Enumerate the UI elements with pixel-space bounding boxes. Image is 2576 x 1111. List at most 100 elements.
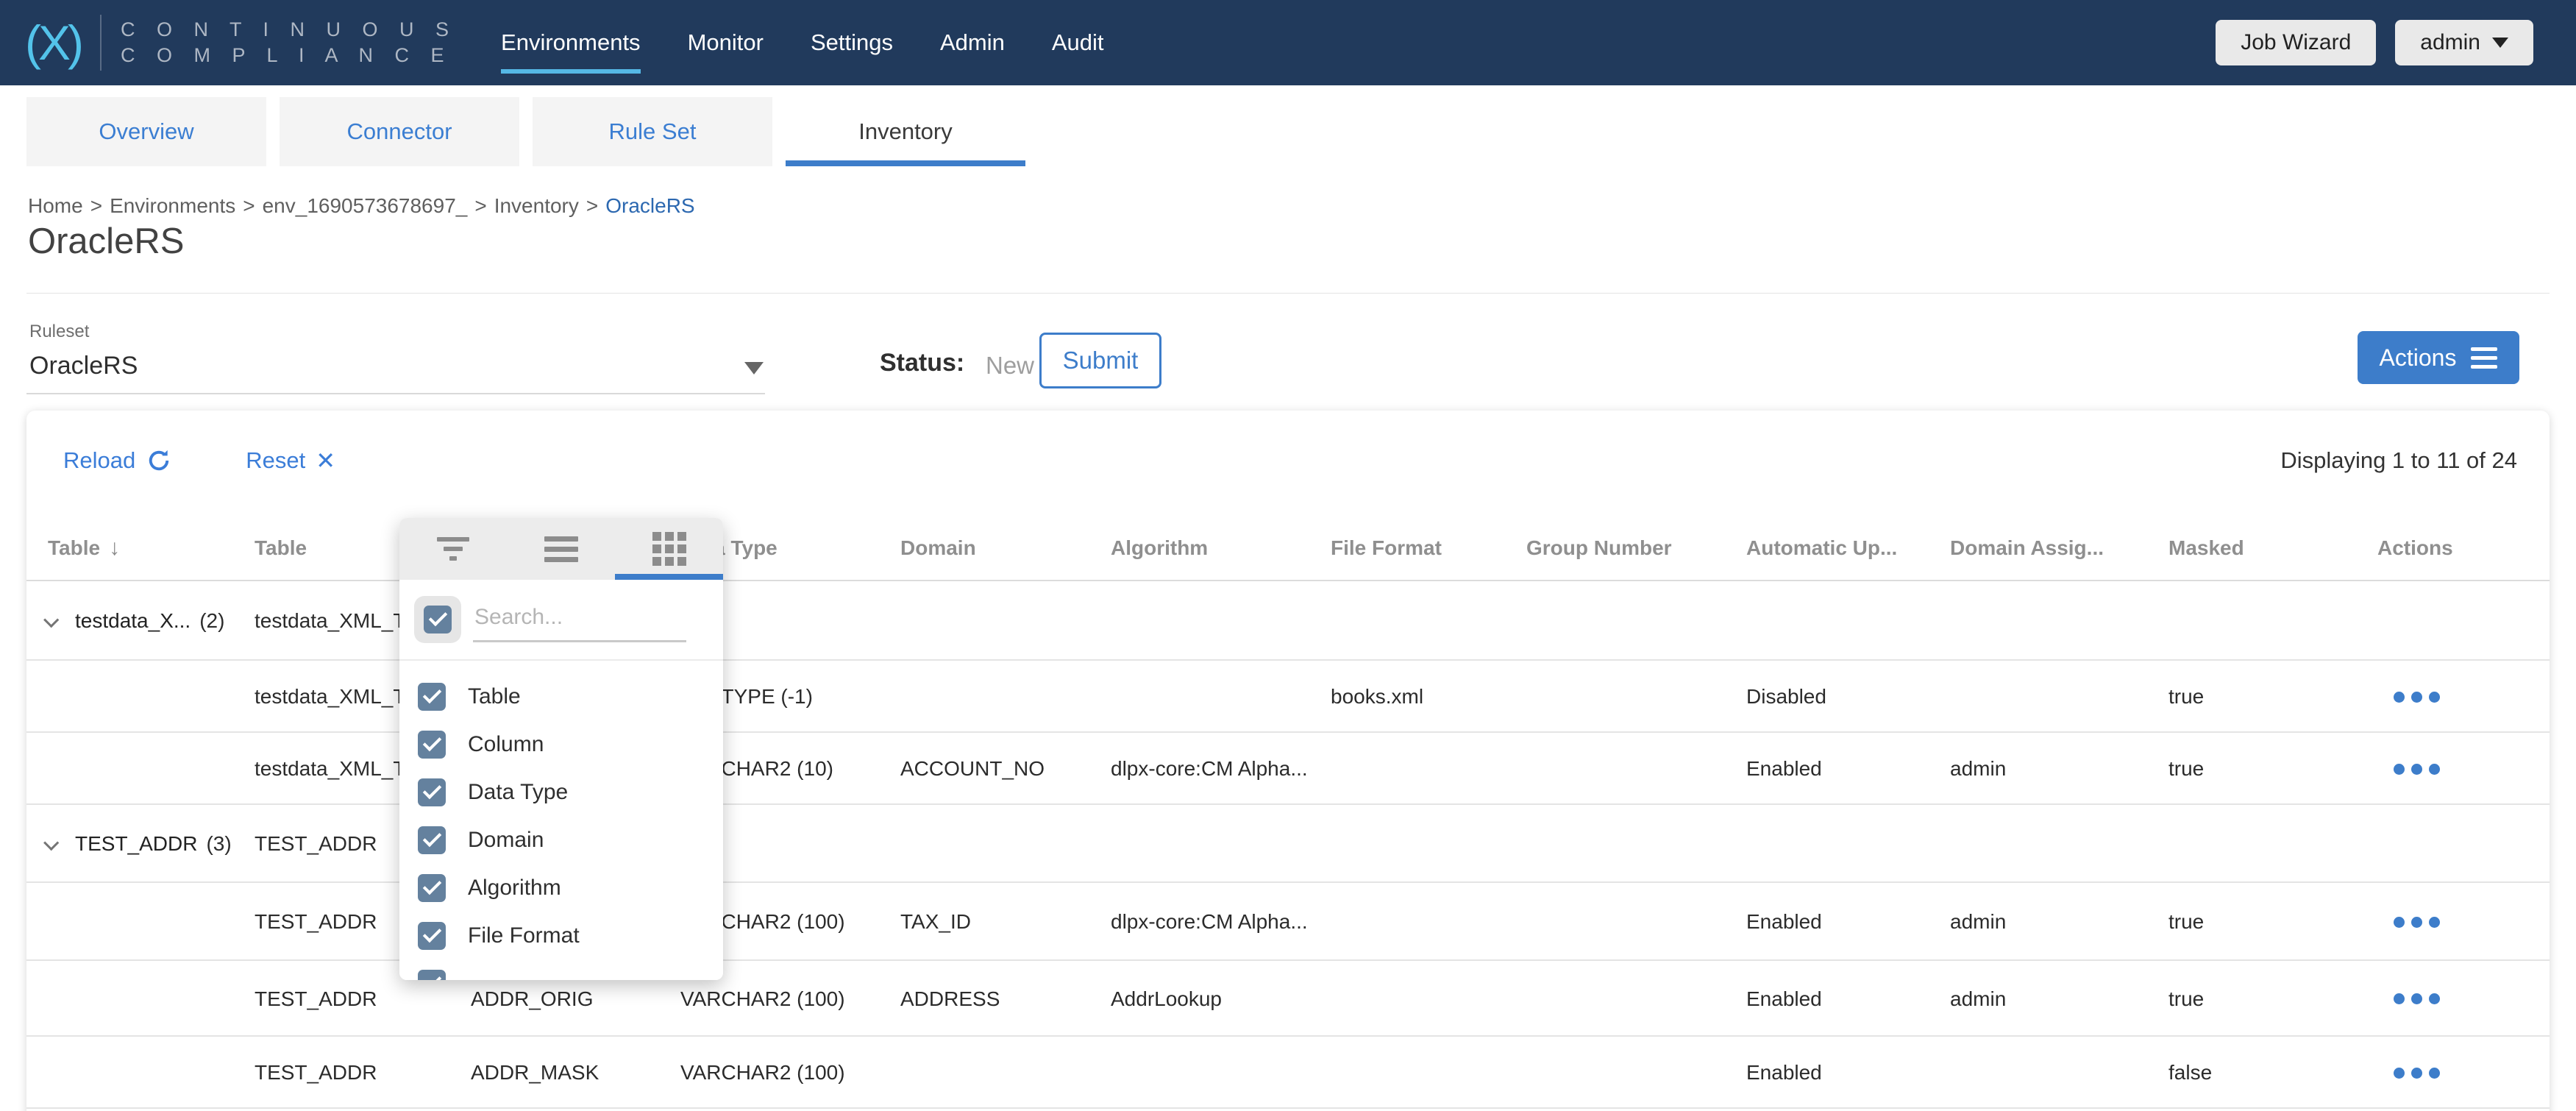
popover-item-data-type: Data Type <box>399 768 723 816</box>
column-header-automatic-up-[interactable]: Automatic Up... <box>1746 515 1897 581</box>
reset-button[interactable]: Reset ✕ <box>246 447 335 475</box>
brand-line-2: C O M P L I A N C E <box>121 43 457 68</box>
cell-domain-assig-: admin <box>1950 961 2006 1037</box>
nav-item-audit[interactable]: Audit <box>1052 0 1104 85</box>
cell-domain: TAX_ID <box>900 883 971 961</box>
breadcrumb-separator: > <box>243 194 255 217</box>
rows-tab[interactable] <box>508 518 616 580</box>
tab-inventory[interactable]: Inventory <box>786 97 1025 166</box>
breadcrumb: Home > Environments > env_1690573678697_ > Inv… <box>28 194 695 218</box>
cell-table: TEST_ADDR <box>255 883 402 961</box>
submit-button[interactable]: Submit <box>1039 333 1161 388</box>
user-menu-button[interactable]: admin <box>2395 20 2533 65</box>
cell-automatic-up-: Disabled <box>1746 661 1826 733</box>
chevron-expand-icon[interactable] <box>43 835 59 851</box>
filter-icon <box>437 537 469 561</box>
column-header-file-format[interactable]: File Format <box>1331 515 1442 581</box>
cell-domain: ADDRESS <box>900 961 1000 1037</box>
cell-domain-assig-: admin <box>1950 883 2006 961</box>
popover-item-algorithm: Algorithm <box>399 864 723 912</box>
nav-item-environments[interactable]: Environments <box>501 0 641 85</box>
tab-overview[interactable]: Overview <box>26 97 266 166</box>
search-input[interactable] <box>473 600 686 642</box>
breadcrumb-current[interactable]: OracleRS <box>605 194 694 217</box>
popover-item-column: Column <box>399 720 723 768</box>
column-header-domain[interactable]: Domain <box>900 515 976 581</box>
column-header-domain-assig-[interactable]: Domain Assig... <box>1950 515 2104 581</box>
cell-algorithm: dlpx-core:CM Alpha... <box>1111 733 1308 805</box>
filter-tab[interactable] <box>399 518 508 580</box>
checkbox-algorithm[interactable] <box>418 874 446 902</box>
table-row: TEST_ADDRADDR_MASKVARCHAR2 (100)Enabledf… <box>26 1037 2550 1109</box>
popover-item-domain: Domain <box>399 816 723 864</box>
breadcrumb-link[interactable]: Environments <box>110 194 235 217</box>
row-actions-button[interactable] <box>2394 764 2440 775</box>
grid-icon <box>652 532 686 566</box>
popover-item-label: Algorithm <box>468 876 561 901</box>
rows-icon <box>544 536 578 562</box>
column-header-masked[interactable]: Masked <box>2168 515 2244 581</box>
column-header-algorithm[interactable]: Algorithm <box>1111 515 1208 581</box>
cell-automatic-up-: Enabled <box>1746 961 1822 1037</box>
hamburger-icon <box>2471 347 2497 369</box>
ruleset-select[interactable]: OracleRS <box>29 352 138 380</box>
chevron-down-icon <box>2492 38 2508 48</box>
cell-table: TEST_ADDR <box>255 1037 402 1109</box>
tab-rule-set[interactable]: Rule Set <box>533 97 772 166</box>
sort-desc-icon[interactable]: ↓ <box>109 536 120 560</box>
row-actions-button[interactable] <box>2394 692 2440 703</box>
breadcrumb-separator: > <box>586 194 598 217</box>
row-actions-button[interactable] <box>2394 993 2440 1004</box>
column-header-table[interactable]: Table↓ <box>48 515 120 581</box>
breadcrumb-link[interactable]: Inventory <box>494 194 579 217</box>
cell-table: testdata_XML_TYPE <box>255 661 402 733</box>
popover-item-partial <box>399 959 723 980</box>
close-icon: ✕ <box>316 447 335 475</box>
page-title: OracleRS <box>28 221 184 262</box>
breadcrumb-separator: > <box>474 194 486 217</box>
select-all-checkbox[interactable] <box>424 606 452 633</box>
displaying-count: Displaying 1 to 11 of 24 <box>2280 447 2517 474</box>
cell-table: testdata_XML_TYPE <box>255 733 402 805</box>
nav-item-settings[interactable]: Settings <box>811 0 893 85</box>
ruleset-caret-icon[interactable] <box>744 362 764 375</box>
breadcrumb-separator: > <box>90 194 102 217</box>
tab-bar: OverviewConnectorRule SetInventory <box>26 97 1025 166</box>
checkbox-partial[interactable] <box>418 970 446 981</box>
popover-item-file-format: File Format <box>399 912 723 959</box>
column-header-table[interactable]: Table <box>255 515 307 581</box>
columns-tab[interactable] <box>615 518 723 580</box>
chevron-expand-icon[interactable] <box>43 612 59 628</box>
row-actions-button[interactable] <box>2394 1068 2440 1079</box>
checkbox-column[interactable] <box>418 731 446 759</box>
nav-item-monitor[interactable]: Monitor <box>688 0 764 85</box>
nav-item-admin[interactable]: Admin <box>940 0 1005 85</box>
cell-automatic-up-: Enabled <box>1746 883 1822 961</box>
brand-line-1: C O N T I N U O U S <box>121 17 457 43</box>
column-header-actions[interactable]: Actions <box>2377 515 2453 581</box>
cell-data-type: VARCHAR2 (100) <box>680 1037 845 1109</box>
user-menu-label: admin <box>2420 30 2480 55</box>
app-logo-icon[interactable]: (X) <box>25 0 81 85</box>
refresh-icon <box>146 447 172 474</box>
cell-table: TEST_ADDR <box>255 805 402 883</box>
actions-button[interactable]: Actions <box>2358 331 2519 384</box>
row-actions-button[interactable] <box>2394 917 2440 928</box>
checkbox-data-type[interactable] <box>418 778 446 806</box>
cell-masked: true <box>2168 661 2204 733</box>
tab-connector[interactable]: Connector <box>280 97 519 166</box>
popover-body: TableColumnData TypeDomainAlgorithmFile … <box>399 580 723 980</box>
reload-button[interactable]: Reload <box>63 447 172 474</box>
table-toolbar: Reload Reset ✕ Displaying 1 to 11 of 24 <box>63 431 2517 490</box>
cell-domain-assig-: admin <box>1950 733 2006 805</box>
breadcrumb-link[interactable]: env_1690573678697_ <box>263 194 468 217</box>
reload-label: Reload <box>63 447 135 474</box>
breadcrumb-link[interactable]: Home <box>28 194 83 217</box>
cell-table: TEST_ADDR <box>255 961 402 1037</box>
cell-column: ADDR_MASK <box>471 1037 599 1109</box>
checkbox-table[interactable] <box>418 683 446 711</box>
checkbox-file-format[interactable] <box>418 922 446 950</box>
checkbox-domain[interactable] <box>418 826 446 854</box>
column-header-group-number[interactable]: Group Number <box>1526 515 1672 581</box>
job-wizard-button[interactable]: Job Wizard <box>2216 20 2376 65</box>
